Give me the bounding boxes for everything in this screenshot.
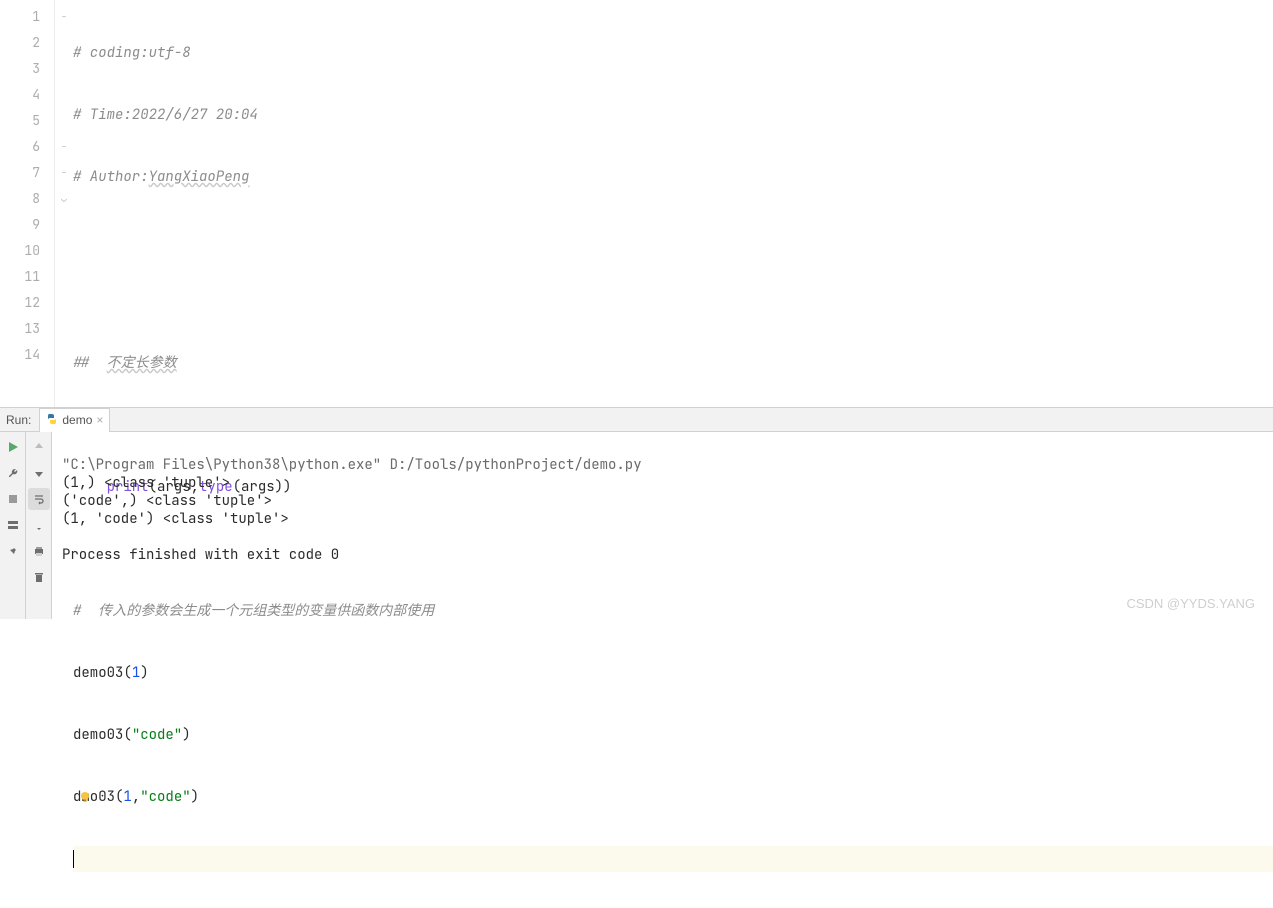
code-editor[interactable]: 12 34 56 78 910 1112 1314 − −− ⌄ # codin… bbox=[0, 0, 1273, 408]
comment: # Time:2022/6/27 20:04 bbox=[73, 106, 258, 124]
console-line: (1,) <class 'tuple'> bbox=[62, 474, 230, 492]
soft-wrap-icon[interactable] bbox=[28, 488, 50, 510]
console-line: ('code',) <class 'tuple'> bbox=[62, 492, 272, 510]
comment: ## 不定长参数 bbox=[73, 354, 177, 372]
trash-icon[interactable] bbox=[28, 566, 50, 588]
run-toolbar-right bbox=[26, 432, 52, 619]
stop-button[interactable] bbox=[2, 488, 24, 510]
comment: # Author:YangXiaoPeng bbox=[73, 168, 249, 186]
run-panel-label: Run: bbox=[0, 413, 37, 427]
layout-button[interactable] bbox=[2, 514, 24, 536]
close-icon[interactable]: × bbox=[96, 413, 103, 427]
line-number-gutter: 12 34 56 78 910 1112 1314 bbox=[0, 0, 55, 407]
fold-gutter: − −− ⌄ bbox=[55, 0, 73, 407]
console-output[interactable]: "C:\Program Files\Python38\python.exe" D… bbox=[52, 432, 1273, 619]
comment: # coding:utf-8 bbox=[73, 44, 191, 62]
run-tool-window: Run: demo × "C:\Program Files\Python38\p… bbox=[0, 408, 1273, 619]
run-tab[interactable]: demo × bbox=[39, 408, 110, 432]
code-area[interactable]: # coding:utf-8 # Time:2022/6/27 20:04 # … bbox=[73, 0, 1273, 407]
run-toolbar-left bbox=[0, 432, 26, 619]
run-tab-label: demo bbox=[62, 413, 92, 427]
console-line: (1, 'code') <class 'tuple'> bbox=[62, 510, 289, 528]
rerun-button[interactable] bbox=[2, 436, 24, 458]
python-file-icon bbox=[46, 413, 58, 428]
print-icon[interactable] bbox=[28, 540, 50, 562]
watermark-text: CSDN @YYDS.YANG bbox=[1126, 596, 1255, 611]
console-command: "C:\Program Files\Python38\python.exe" D… bbox=[62, 456, 642, 474]
scroll-to-end-icon[interactable] bbox=[28, 514, 50, 536]
text-cursor bbox=[73, 850, 74, 868]
console-exit: Process finished with exit code 0 bbox=[62, 546, 339, 564]
run-header: Run: demo × bbox=[0, 408, 1273, 432]
wrench-button[interactable] bbox=[2, 462, 24, 484]
pin-button[interactable] bbox=[2, 540, 24, 562]
up-arrow-icon[interactable] bbox=[28, 436, 50, 458]
down-arrow-icon[interactable] bbox=[28, 462, 50, 484]
